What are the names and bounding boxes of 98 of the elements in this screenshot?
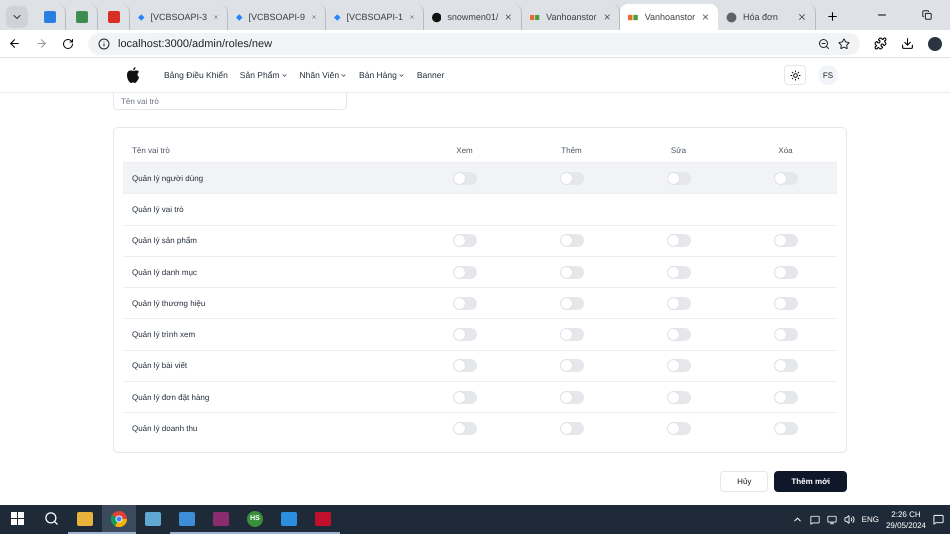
- zoom-icon[interactable]: [818, 38, 830, 50]
- permission-switch[interactable]: [666, 172, 690, 185]
- permission-switch[interactable]: [666, 359, 690, 372]
- column-header: Sửa: [670, 146, 688, 154]
- user-avatar[interactable]: FS: [818, 65, 838, 85]
- permission-switch[interactable]: [774, 234, 798, 248]
- windows-logo-icon: [10, 512, 24, 525]
- column-header: Thêm: [560, 146, 583, 154]
- diamond-icon: [236, 12, 243, 22]
- permission-switch[interactable]: [560, 234, 584, 248]
- chat-icon[interactable]: [810, 514, 820, 524]
- volume-icon[interactable]: [844, 514, 855, 525]
- permission-name: Quản lý thương hiệu: [131, 298, 206, 308]
- permission-switch[interactable]: [452, 328, 476, 342]
- column-header: Xem: [455, 146, 474, 154]
- nav-link[interactable]: Banner: [416, 70, 444, 80]
- tab-title: Vanhoanstor: [546, 12, 597, 22]
- theme-toggle-button[interactable]: [784, 65, 806, 85]
- tab-title: Vanhoanstor: [644, 12, 696, 22]
- diamond-icon: [138, 12, 145, 22]
- permission-switch[interactable]: [452, 266, 476, 279]
- tab-title: Hóa đơn: [743, 12, 778, 22]
- permission-switch[interactable]: [560, 296, 584, 310]
- download-icon[interactable]: [901, 37, 914, 50]
- cancel-button[interactable]: Hủy: [720, 470, 768, 492]
- permission-switch[interactable]: [666, 296, 690, 310]
- permission-name: Quản lý bài viết: [131, 361, 188, 370]
- apple-logo-icon[interactable]: [126, 67, 140, 83]
- address-bar[interactable]: localhost:3000/admin/roles/new: [88, 32, 860, 54]
- nav-link[interactable]: Nhân Viên: [300, 70, 348, 80]
- permission-switch[interactable]: [666, 390, 690, 404]
- browser-tab[interactable]: Vanhoanstor: [620, 4, 718, 30]
- tab-title: [VCBSOAPI-3: [150, 12, 208, 22]
- browser-icon: [111, 510, 127, 526]
- permission-name: Quản lý người dùng: [131, 174, 204, 183]
- nav-link[interactable]: Sản Phẩm: [240, 70, 288, 80]
- tab-title: [VCBSOAPI-1: [346, 12, 404, 22]
- extensions-icon[interactable]: [874, 37, 887, 50]
- permission-switch[interactable]: [774, 422, 798, 436]
- column-header: Xóa: [777, 146, 794, 154]
- close-icon[interactable]: [602, 12, 611, 22]
- permission-switch[interactable]: [560, 266, 584, 279]
- permission-switch[interactable]: [666, 266, 690, 279]
- column-header: Tên vai trò: [131, 146, 171, 154]
- close-icon[interactable]: [797, 12, 807, 22]
- create-button[interactable]: Thêm mới: [774, 470, 847, 492]
- clock-date: 29/05/2024: [886, 520, 926, 530]
- sun-icon: [790, 70, 800, 80]
- network-icon[interactable]: [826, 514, 837, 524]
- permission-switch[interactable]: [560, 359, 584, 372]
- search-icon: [44, 511, 58, 526]
- permission-switch[interactable]: [452, 172, 476, 185]
- profile-avatar-icon[interactable]: [928, 36, 942, 50]
- permission-switch[interactable]: [774, 172, 798, 185]
- permission-switch[interactable]: [452, 359, 476, 372]
- info-icon: [98, 38, 110, 50]
- permission-switch[interactable]: [452, 234, 476, 248]
- permission-switch[interactable]: [774, 390, 798, 404]
- permission-switch[interactable]: [560, 172, 584, 185]
- notification-icon[interactable]: [933, 514, 944, 525]
- reload-icon[interactable]: [62, 38, 74, 50]
- clock-time: 2:26 CH: [891, 508, 921, 520]
- url-text: localhost:3000/admin/roles/new: [118, 38, 272, 50]
- close-icon[interactable]: [701, 12, 710, 22]
- permission-name: Quản lý doanh thu: [131, 424, 198, 434]
- tab-list-button[interactable]: [6, 6, 28, 28]
- permission-name: Quản lý đơn đặt hàng: [131, 392, 210, 402]
- role-name-field[interactable]: Tên vai trò: [113, 93, 347, 110]
- permission-switch[interactable]: [452, 296, 476, 310]
- bookmark-icon[interactable]: [838, 38, 850, 50]
- permission-switch[interactable]: [560, 328, 584, 342]
- permission-switch[interactable]: [774, 266, 798, 279]
- restore-icon[interactable]: [922, 10, 932, 20]
- close-icon[interactable]: [504, 12, 513, 22]
- permission-switch[interactable]: [452, 390, 476, 404]
- permission-name: Quản lý trình xem: [131, 330, 196, 340]
- permission-name: Quản lý sản phẩm: [131, 236, 198, 246]
- permission-switch[interactable]: [774, 296, 798, 310]
- permission-switch[interactable]: [560, 422, 584, 436]
- permission-switch[interactable]: [666, 422, 690, 436]
- permission-switch[interactable]: [666, 234, 690, 248]
- tab-title: snowmen01/: [447, 12, 498, 22]
- permission-switch[interactable]: [666, 328, 690, 342]
- new-tab-icon[interactable]: [826, 10, 839, 23]
- taskbar-app[interactable]: [102, 505, 136, 534]
- nav-link[interactable]: Bán Hàng: [359, 70, 405, 80]
- permission-switch[interactable]: [774, 359, 798, 372]
- permission-switch[interactable]: [452, 422, 476, 436]
- diamond-icon: [334, 12, 341, 22]
- permission-name: Quản lý vai trò: [131, 204, 185, 214]
- forward-icon[interactable]: [35, 37, 48, 50]
- permission-switch[interactable]: [560, 390, 584, 404]
- permission-switch[interactable]: [774, 328, 798, 342]
- tab-title: [VCBSOAPI-9: [248, 12, 306, 22]
- back-icon[interactable]: [8, 37, 21, 50]
- nav-link[interactable]: Bảng Điều Khiển: [164, 70, 228, 80]
- permission-name: Quản lý danh mục: [131, 268, 198, 277]
- language-indicator[interactable]: ENG: [862, 515, 879, 524]
